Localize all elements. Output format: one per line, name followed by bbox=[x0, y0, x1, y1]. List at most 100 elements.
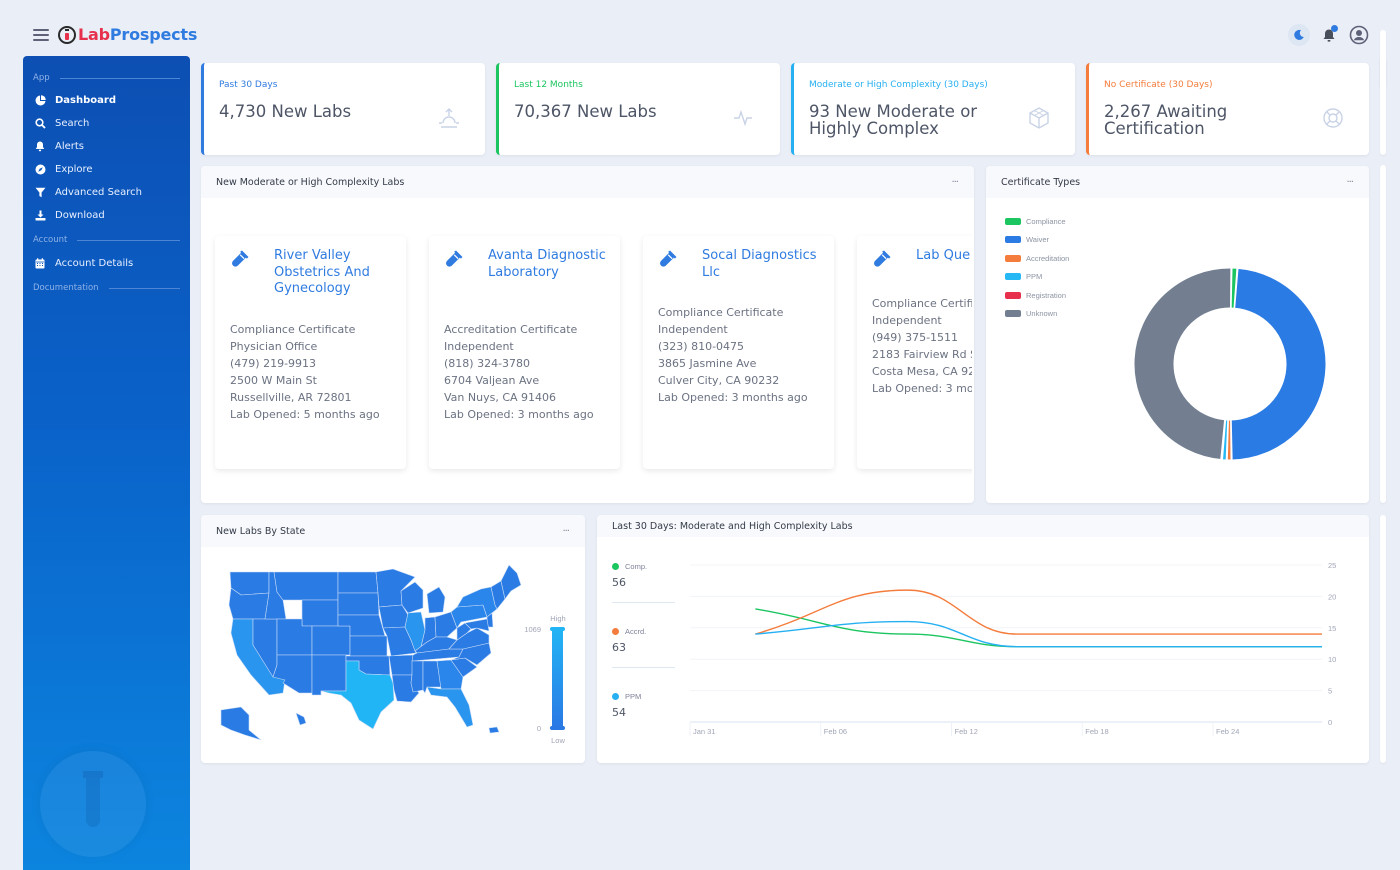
donut-slice-waiver[interactable] bbox=[1230, 267, 1327, 461]
sidebar-section-account: Account bbox=[23, 233, 190, 247]
stat-label: Moderate or High Complexity (30 Days) bbox=[809, 80, 988, 90]
state-nm[interactable] bbox=[311, 654, 347, 696]
sidebar-item-explore[interactable]: Explore bbox=[23, 158, 190, 181]
x-tick-label: Feb 06 bbox=[824, 727, 847, 736]
state-ms[interactable] bbox=[410, 660, 424, 693]
lab-detail-line: Costa Mesa, CA 92( bbox=[872, 365, 972, 378]
x-tick-label: Jan 31 bbox=[693, 727, 716, 736]
state-mt[interactable] bbox=[273, 571, 339, 601]
offscreen-card-edge bbox=[1380, 165, 1386, 503]
state-sd[interactable] bbox=[337, 592, 380, 616]
bell-icon bbox=[34, 141, 46, 153]
lab-detail-line: Compliance Certifi bbox=[872, 297, 972, 310]
state-wy[interactable] bbox=[301, 599, 339, 627]
compass-icon bbox=[34, 164, 46, 176]
y-tick-label: 25 bbox=[1328, 561, 1336, 570]
logo-text-prospects: Prospects bbox=[109, 25, 198, 44]
cube-icon bbox=[1027, 106, 1051, 130]
lab-detail-line: Independent bbox=[444, 340, 514, 353]
logo-text-lab: Lab bbox=[78, 25, 110, 44]
lab-card[interactable]: River Valley Obstetrics And Gynecology Co… bbox=[215, 236, 406, 469]
state-me[interactable] bbox=[500, 564, 522, 600]
sidebar-item-dashboard[interactable]: Dashboard bbox=[23, 89, 190, 112]
sidebar-item-label: Advanced Search bbox=[55, 187, 142, 198]
state-fl[interactable] bbox=[426, 686, 474, 728]
stat-label: No Certificate (30 Days) bbox=[1104, 80, 1213, 90]
lab-name-link[interactable]: Lab Que bbox=[916, 248, 972, 265]
lab-detail-line: Russellville, AR 72801 bbox=[230, 391, 352, 404]
lab-detail-line: 2183 Fairview Rd S bbox=[872, 348, 972, 361]
us-choropleth-map[interactable]: High 1069 0 Low bbox=[201, 515, 585, 763]
state-ar[interactable] bbox=[388, 654, 414, 676]
lab-card[interactable]: Avanta Diagnostic Laboratory Accreditatio… bbox=[429, 236, 620, 469]
x-tick-label: Feb 18 bbox=[1085, 727, 1108, 736]
sidebar-item-label: Explore bbox=[55, 164, 93, 175]
stat-label: Last 12 Months bbox=[514, 80, 583, 90]
new-labs-panel: New Moderate or High Complexity Labs ···… bbox=[201, 166, 974, 503]
lab-name-link[interactable]: River Valley Obstetrics And Gynecology bbox=[274, 248, 399, 298]
moon-icon[interactable] bbox=[1288, 24, 1310, 46]
sidebar-item-account-details[interactable]: Account Details bbox=[23, 252, 190, 275]
lab-detail-line: (949) 375-1511 bbox=[872, 331, 959, 344]
line-chart: 0 5 10 15 20 25 Jan 31 Feb 06 Feb 12 Feb 18 Feb 24 bbox=[689, 561, 1336, 736]
sidebar-item-download[interactable]: Download bbox=[23, 204, 190, 227]
state-ak[interactable] bbox=[220, 706, 262, 741]
lab-detail-line: Accreditation Certificate bbox=[444, 323, 578, 336]
y-tick-label: 15 bbox=[1328, 624, 1336, 633]
lab-card[interactable]: Socal Diagnostics Llc Compliance Certific… bbox=[643, 236, 834, 469]
user-circle-icon[interactable] bbox=[1348, 24, 1370, 46]
test-tube-icon bbox=[657, 248, 679, 270]
state-hi[interactable] bbox=[295, 712, 307, 726]
y-tick-label: 10 bbox=[1328, 655, 1336, 664]
donut-slice-unknown[interactable] bbox=[1133, 267, 1232, 461]
color-scale-bar[interactable] bbox=[552, 629, 563, 729]
lab-detail-line: Independent bbox=[658, 323, 728, 336]
lab-detail-line: 2500 W Main St bbox=[230, 374, 317, 387]
search-icon bbox=[34, 118, 46, 130]
scale-low-label: Low bbox=[551, 736, 565, 745]
state-nd[interactable] bbox=[337, 571, 379, 594]
app-logo[interactable]: Lab Prospects bbox=[58, 25, 197, 44]
lab-detail-line: Culver City, CA 90232 bbox=[658, 374, 780, 387]
sidebar-item-search[interactable]: Search bbox=[23, 112, 190, 135]
sidebar-item-advanced-search[interactable]: Advanced Search bbox=[23, 181, 190, 204]
lab-details: Accreditation Certificate Independent (818… bbox=[444, 321, 594, 423]
lab-detail-line: Lab Opened: 5 months ago bbox=[230, 408, 380, 421]
menu-icon[interactable] bbox=[33, 29, 49, 41]
lab-cards-carousel[interactable]: River Valley Obstetrics And Gynecology Co… bbox=[201, 166, 972, 503]
lab-name-link[interactable]: Socal Diagnostics Llc bbox=[702, 248, 827, 281]
sidebar-section-documentation[interactable]: Documentation bbox=[23, 281, 190, 295]
state-ks[interactable] bbox=[349, 635, 388, 657]
activity-icon bbox=[732, 106, 756, 130]
stat-card-no-certificate: No Certificate (30 Days) 2,267 Awaiting … bbox=[1086, 63, 1369, 155]
y-tick-label: 20 bbox=[1328, 592, 1336, 601]
state-ia[interactable] bbox=[378, 604, 409, 629]
lifebuoy-icon bbox=[1321, 106, 1345, 130]
sidebar-item-alerts[interactable]: Alerts bbox=[23, 135, 190, 158]
lab-detail-line: Independent bbox=[872, 314, 942, 327]
test-tube-icon bbox=[229, 248, 251, 270]
lab-card[interactable]: Lab Que Compliance Certifi Independent (949… bbox=[857, 236, 972, 469]
state-co[interactable] bbox=[311, 625, 351, 656]
sidebar-item-label: Download bbox=[55, 210, 105, 221]
sidebar-section-app: App bbox=[23, 71, 190, 85]
certificate-types-panel: Certificate Types ··· Compliance Waiver Ac… bbox=[986, 166, 1369, 503]
lab-detail-line: Compliance Certificate bbox=[230, 323, 356, 336]
state-mi[interactable] bbox=[426, 586, 446, 614]
stat-label: Past 30 Days bbox=[219, 80, 278, 90]
lab-detail-line: (479) 219-9913 bbox=[230, 357, 317, 370]
lab-detail-line: 6704 Valjean Ave bbox=[444, 374, 540, 387]
notification-dot bbox=[1331, 25, 1338, 32]
y-tick-label: 5 bbox=[1328, 687, 1332, 696]
lab-detail-line: Compliance Certificate bbox=[658, 306, 784, 319]
logo-icon bbox=[58, 25, 76, 44]
stat-value: 93 New Moderate or Highly Complex bbox=[809, 102, 978, 138]
x-tick-label: Feb 12 bbox=[955, 727, 978, 736]
stat-value: 4,730 New Labs bbox=[219, 102, 352, 121]
lab-detail-line: Lab Opened: 3 moı bbox=[872, 382, 972, 395]
filter-icon bbox=[34, 187, 46, 199]
sidebar-item-label: Dashboard bbox=[55, 95, 116, 106]
bell-icon[interactable] bbox=[1318, 24, 1340, 46]
state-pr[interactable] bbox=[488, 726, 500, 734]
lab-name-link[interactable]: Avanta Diagnostic Laboratory bbox=[488, 248, 613, 281]
